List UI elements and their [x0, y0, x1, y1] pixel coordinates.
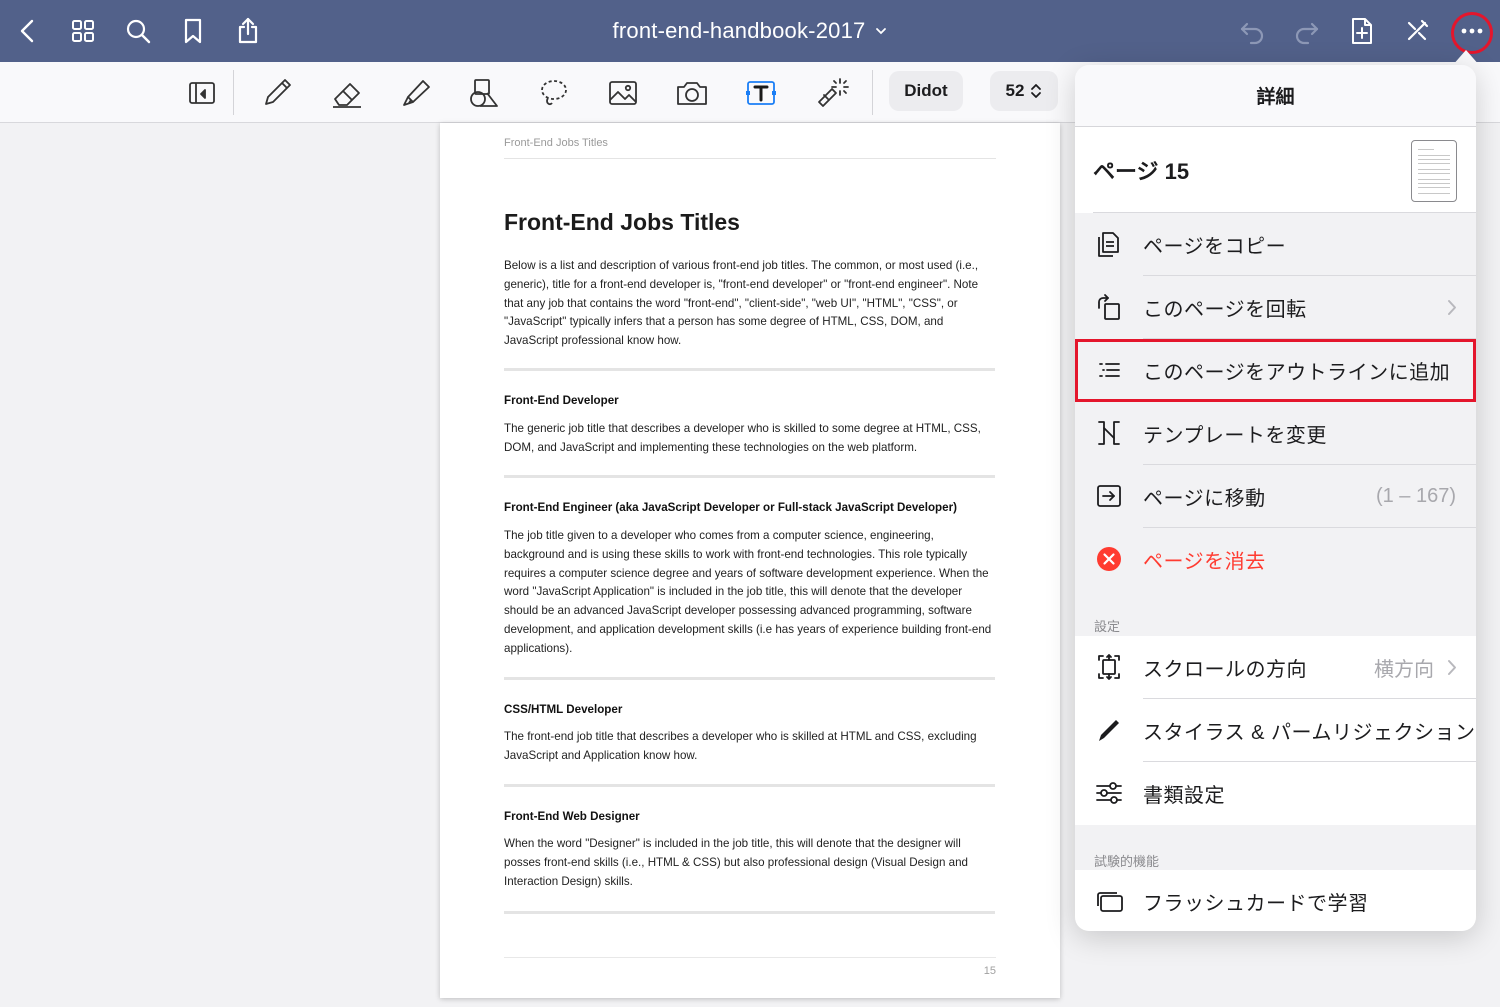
- section-body: The generic job title that describes a d…: [504, 422, 981, 454]
- section-body: The front-end job title that describes a…: [504, 730, 977, 762]
- camera-icon[interactable]: [671, 72, 713, 114]
- scroll-direction-value: 横方向: [1374, 659, 1434, 681]
- rotate-page-icon: [1093, 291, 1125, 323]
- font-name-button[interactable]: Didot: [889, 71, 963, 111]
- delete-page-row[interactable]: ページを消去: [1075, 528, 1476, 591]
- intro-paragraph: Below is a list and description of vario…: [504, 259, 979, 348]
- experimental-section-header: 試験的機能: [1094, 854, 1160, 869]
- document-page[interactable]: Front-End Jobs Titles Front-End Jobs Tit…: [440, 123, 1060, 998]
- top-navigation-bar: front-end-handbook-2017: [0, 0, 1500, 62]
- image-icon[interactable]: [602, 72, 644, 114]
- scroll-direction-row[interactable]: スクロールの方向 横方向: [1075, 636, 1476, 699]
- document-title-button[interactable]: front-end-handbook-2017: [560, 0, 940, 62]
- document-title: front-end-handbook-2017: [612, 18, 866, 43]
- go-to-page-label: ページに移動: [1143, 488, 1266, 510]
- stylus-palm-rejection-row[interactable]: スタイラス & パームリジェクション: [1075, 699, 1476, 762]
- section-body: When the word "Designer" is included in …: [504, 837, 968, 888]
- copy-page-row[interactable]: ページをコピー: [1075, 213, 1476, 276]
- bookmark-icon[interactable]: [173, 11, 213, 51]
- stylus-icon: [1093, 714, 1125, 746]
- page-title: Front-End Jobs Titles: [504, 209, 740, 235]
- eraser-icon[interactable]: [326, 72, 368, 114]
- add-to-outline-label: このページをアウトラインに追加: [1143, 362, 1451, 384]
- section-divider: [504, 368, 995, 371]
- more-button-highlight: [1451, 12, 1493, 54]
- section-heading: Front-End Engineer (aka JavaScript Devel…: [504, 501, 957, 514]
- laser-pointer-icon[interactable]: [810, 72, 852, 114]
- lasso-icon[interactable]: [533, 72, 575, 114]
- copy-page-icon: [1093, 228, 1125, 260]
- shapes-icon[interactable]: [463, 72, 505, 114]
- popover-arrow: [1452, 50, 1480, 66]
- change-template-label: テンプレートを変更: [1143, 425, 1327, 447]
- stylus-palm-rejection-label: スタイラス & パームリジェクション: [1143, 722, 1476, 744]
- add-page-icon[interactable]: [1342, 11, 1382, 51]
- flashcards-label: フラッシュカードで学習: [1143, 893, 1369, 915]
- section-body: The job title given to a developer who c…: [504, 529, 992, 655]
- current-page-label: ページ 15: [1093, 159, 1190, 184]
- details-popover: 詳細 ページ 15 ページをコピー このページを回転 このページをアウトラインに…: [1075, 65, 1476, 931]
- section-heading: Front-End Web Designer: [504, 810, 640, 823]
- running-header: Front-End Jobs Titles: [504, 137, 608, 149]
- delete-page-label: ページを消去: [1143, 551, 1266, 573]
- chevron-down-icon: [876, 28, 887, 35]
- section-divider: [504, 784, 995, 787]
- text-tool-icon[interactable]: [740, 72, 782, 114]
- footer-rule: [504, 957, 996, 958]
- section-heading: Front-End Developer: [504, 394, 619, 407]
- close-toolbar-icon[interactable]: [1397, 11, 1437, 51]
- flashcards-icon: [1093, 885, 1125, 917]
- section-divider: [504, 677, 995, 680]
- updown-chevron-icon: [1031, 84, 1042, 98]
- undo-icon[interactable]: [1232, 11, 1272, 51]
- outline-list-icon: [1093, 354, 1125, 386]
- tablet-view-icon[interactable]: [181, 72, 223, 114]
- highlighter-icon[interactable]: [395, 72, 437, 114]
- popover-title: 詳細: [1075, 65, 1476, 127]
- template-icon: [1093, 417, 1125, 449]
- toolbar-divider: [233, 70, 234, 115]
- go-to-page-row[interactable]: ページに移動 (1 – 167): [1075, 465, 1476, 528]
- add-to-outline-row[interactable]: このページをアウトラインに追加: [1075, 339, 1476, 402]
- delete-page-icon: [1093, 543, 1125, 575]
- scroll-direction-label: スクロールの方向: [1143, 659, 1307, 681]
- page-thumbnail[interactable]: [1411, 140, 1457, 202]
- chevron-right-icon: [1448, 300, 1456, 315]
- flashcards-row[interactable]: フラッシュカードで学習: [1075, 870, 1476, 931]
- search-icon[interactable]: [118, 11, 158, 51]
- toolbar-divider: [872, 70, 873, 115]
- rotate-page-row[interactable]: このページを回転: [1075, 276, 1476, 339]
- section-heading: CSS/HTML Developer: [504, 703, 623, 716]
- sliders-icon: [1093, 777, 1125, 809]
- pen-icon[interactable]: [256, 72, 298, 114]
- header-rule: [504, 158, 996, 159]
- redo-icon[interactable]: [1287, 11, 1327, 51]
- share-icon[interactable]: [228, 11, 268, 51]
- chevron-right-icon: [1448, 660, 1456, 675]
- go-to-page-icon: [1093, 480, 1125, 512]
- change-template-row[interactable]: テンプレートを変更: [1075, 402, 1476, 465]
- scroll-direction-icon: [1093, 651, 1125, 683]
- back-chevron-icon[interactable]: [8, 11, 48, 51]
- section-divider: [504, 475, 995, 478]
- section-divider: [504, 911, 995, 914]
- document-settings-label: 書類設定: [1143, 785, 1225, 807]
- settings-section-header: 設定: [1094, 619, 1121, 634]
- copy-page-label: ページをコピー: [1143, 236, 1287, 258]
- font-size-value: 52: [1005, 81, 1025, 100]
- font-size-stepper[interactable]: 52: [990, 71, 1058, 111]
- current-page-row: ページ 15: [1075, 127, 1476, 213]
- rotate-page-label: このページを回転: [1143, 299, 1307, 321]
- page-range: (1 – 167): [1375, 485, 1456, 507]
- page-number: 15: [983, 965, 996, 977]
- grid-icon[interactable]: [63, 11, 103, 51]
- document-settings-row[interactable]: 書類設定: [1075, 762, 1476, 825]
